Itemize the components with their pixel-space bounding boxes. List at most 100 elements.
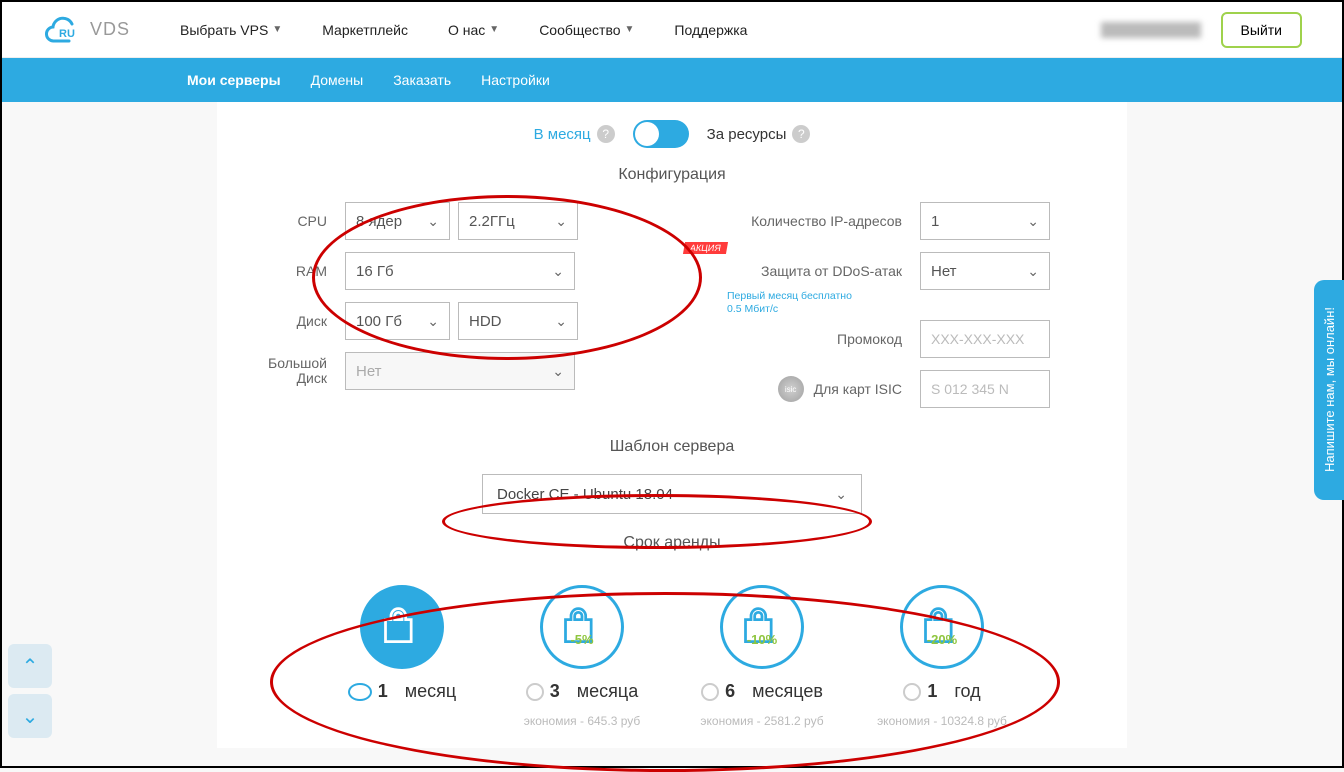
radio-icon [903,683,921,701]
logo[interactable]: RU VDS [42,14,130,46]
chevron-down-icon: ⌄ [1027,263,1039,280]
logo-text-vds: VDS [90,19,130,40]
section-title-rent: Срок аренды [623,534,720,552]
rent-radio-1-year[interactable]: 1 год [903,681,980,702]
chevron-down-icon: ⌄ [427,213,439,230]
chevron-down-icon: ⌄ [427,313,439,330]
discount-badge: -10% [747,632,777,647]
ip-label: Количество IP-адресов [712,213,912,229]
ram-row: RAM 16 Гб⌄ [252,252,672,290]
config-left-column: CPU 8 ядер⌄ 2.2ГГц⌄ RAM 16 Гб⌄ Диск 100 … [252,202,672,408]
nav-marketplace[interactable]: Маркетплейс [322,22,408,38]
discount-badge: -5% [570,632,593,647]
radio-icon [701,683,719,701]
promo-row: Промокод [712,320,1092,358]
nav-community[interactable]: Сообщество▼ [539,22,634,38]
disk-row: Диск 100 Гб⌄ HDD⌄ [252,302,672,340]
promo-badge: АКЦИЯ [683,242,728,254]
chevron-down-icon: ⌄ [835,486,847,503]
nav-support[interactable]: Поддержка [674,22,747,38]
rent-option-3-months[interactable]: -5% [540,585,624,669]
ip-row: Количество IP-адресов 1⌄ [712,202,1092,240]
scroll-arrows: ⌃ ⌄ [8,644,52,738]
discount-badge: -20% [927,632,957,647]
chat-tab[interactable]: Напишите нам, мы онлайн! [1314,280,1344,500]
user-area: Выйти [1101,12,1302,48]
subnav-order[interactable]: Заказать [393,72,451,88]
isic-icon: isic [778,376,804,402]
bigdisk-select[interactable]: Нет⌄ [345,352,575,390]
isic-label: Для карт ISIC [814,381,902,397]
rent-option-1-year[interactable]: -20% [900,585,984,669]
savings-3-months: экономия - 645.3 руб [524,714,641,728]
caret-icon: ▼ [625,24,635,35]
cpu-freq-select[interactable]: 2.2ГГц⌄ [458,202,578,240]
rent-radio-6-months[interactable]: 6 месяцев [701,681,823,702]
ddos-label: Защита от DDoS-атак [712,263,912,279]
subnav-domains[interactable]: Домены [311,72,364,88]
rent-option-6-months[interactable]: -10% [720,585,804,669]
sub-navbar: Мои серверы Домены Заказать Настройки [2,58,1342,102]
scroll-down-button[interactable]: ⌄ [8,694,52,738]
rent-radio-3-months[interactable]: 3 месяца [526,681,638,702]
main-nav: Выбрать VPS▼ Маркетплейс О нас▼ Сообщест… [180,22,1101,38]
cpu-label: CPU [252,213,337,229]
caret-icon: ▼ [272,24,282,35]
isic-input[interactable] [920,370,1050,408]
cpu-cores-select[interactable]: 8 ядер⌄ [345,202,450,240]
cloud-icon: RU [42,14,84,46]
scroll-up-button[interactable]: ⌃ [8,644,52,688]
section-title-config: Конфигурация [618,166,725,184]
content-panel: В месяц? За ресурсы? Конфигурация CPU 8 … [217,102,1127,748]
rent-option-1-month[interactable] [360,585,444,669]
ip-count-select[interactable]: 1⌄ [920,202,1050,240]
ddos-note: Первый месяц бесплатно0.5 Мбит/с [727,290,852,315]
disk-size-select[interactable]: 100 Гб⌄ [345,302,450,340]
nav-select-vps[interactable]: Выбрать VPS▼ [180,22,282,38]
billing-monthly-label[interactable]: В месяц? [534,125,615,143]
radio-icon [348,683,372,701]
cpu-row: CPU 8 ядер⌄ 2.2ГГц⌄ [252,202,672,240]
ddos-select[interactable]: Нет⌄ [920,252,1050,290]
config-right-column: Количество IP-адресов 1⌄ АКЦИЯ Защита от… [672,202,1092,408]
ram-select[interactable]: 16 Гб⌄ [345,252,575,290]
chevron-down-icon: ⌄ [1027,213,1039,230]
top-navbar: RU VDS Выбрать VPS▼ Маркетплейс О нас▼ С… [2,2,1342,58]
ddos-row: АКЦИЯ Защита от DDoS-атак Нет⌄ Первый ме… [712,252,1092,290]
radio-icon [526,683,544,701]
disk-label: Диск [252,313,337,329]
help-icon[interactable]: ? [597,125,615,143]
nav-about[interactable]: О нас▼ [448,22,499,38]
disk-type-select[interactable]: HDD⌄ [458,302,578,340]
server-template-select[interactable]: Docker CE - Ubuntu 18.04 ⌄ [482,474,862,514]
billing-resources-label[interactable]: За ресурсы? [707,125,811,143]
bigdisk-label: Большой Диск [252,356,337,387]
rent-options: -5% -10% -20% 1 месяц 3 месяца 6 месяцев… [217,585,1127,728]
user-name-blurred [1101,22,1201,38]
chevron-down-icon: ⌄ [552,363,564,380]
caret-icon: ▼ [489,24,499,35]
billing-toggle[interactable] [633,120,689,148]
billing-toggle-row: В месяц? За ресурсы? [534,120,811,148]
svg-text:RU: RU [59,28,75,40]
promo-label: Промокод [712,331,912,347]
ram-label: RAM [252,263,337,279]
logout-button[interactable]: Выйти [1221,12,1302,48]
page-body: В месяц? За ресурсы? Конфигурация CPU 8 … [2,102,1342,748]
section-title-template: Шаблон сервера [610,438,735,456]
savings-6-months: экономия - 2581.2 руб [700,714,823,728]
subnav-my-servers[interactable]: Мои серверы [187,72,281,88]
toggle-knob [635,122,659,146]
chevron-down-icon: ⌄ [552,263,564,280]
bigdisk-row: Большой Диск Нет⌄ [252,352,672,390]
chevron-down-icon: ⌄ [555,313,567,330]
subnav-settings[interactable]: Настройки [481,72,550,88]
promo-input[interactable] [920,320,1050,358]
help-icon[interactable]: ? [792,125,810,143]
bag-icon [380,605,424,649]
savings-1-year: экономия - 10324.8 руб [877,714,1007,728]
chat-tab-label: Напишите нам, мы онлайн! [1322,307,1337,472]
isic-row: isic Для карт ISIC [712,370,1092,408]
rent-radio-1-month[interactable]: 1 месяц [348,681,456,702]
config-grid: CPU 8 ядер⌄ 2.2ГГц⌄ RAM 16 Гб⌄ Диск 100 … [252,202,1092,408]
